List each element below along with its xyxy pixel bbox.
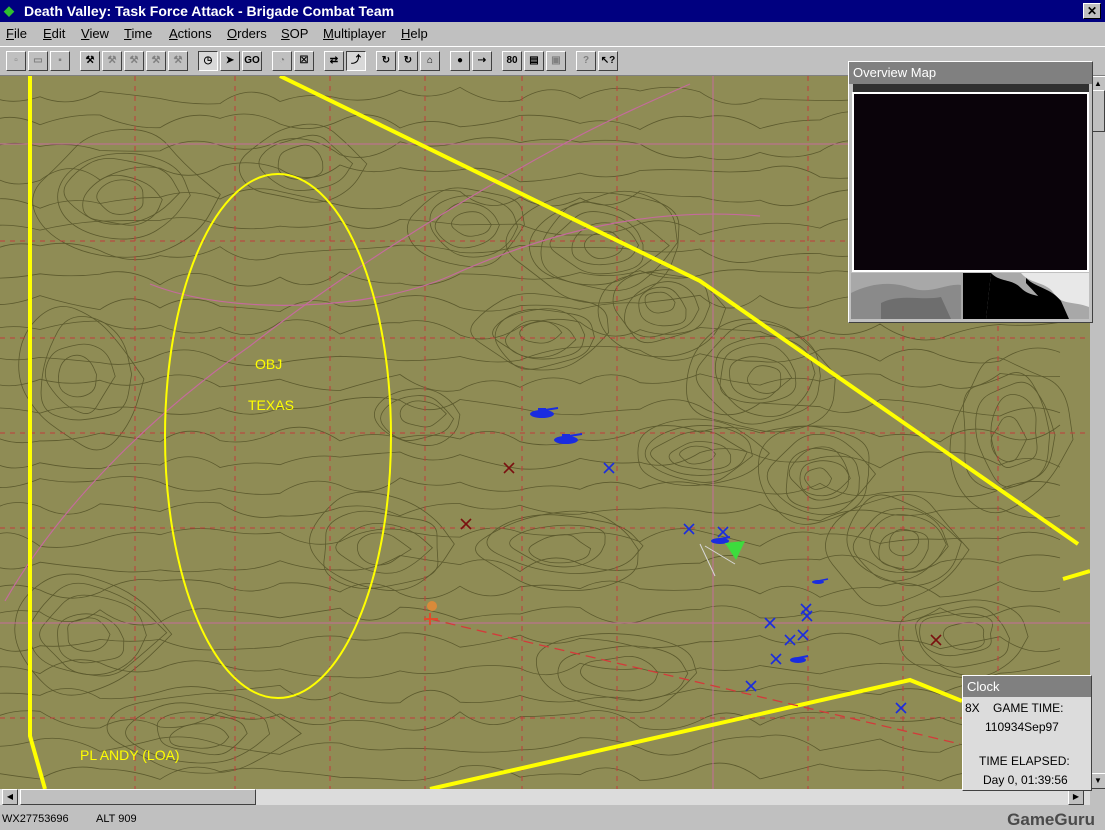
chart-icon[interactable]: ▤ [524,51,544,71]
menu-orders[interactable]: Orders [227,26,267,41]
new-icon[interactable]: ▫ [6,51,26,71]
overview-map-titlebar[interactable]: Overview Map [849,62,1092,84]
formation-icon[interactable]: ⇄ [324,51,344,71]
menu-file[interactable]: File [6,26,27,41]
horizontal-scroll-thumb[interactable] [20,789,256,805]
camera-icon[interactable]: ▣ [546,51,566,71]
tool-icon[interactable]: ⚒ [146,51,166,71]
horizontal-scrollbar[interactable]: ◀ ▶ [0,789,1090,805]
clock-panel[interactable]: Clock 8X GAME TIME: 110934Sep97 TIME ELA… [962,675,1092,791]
status-bar: WX27753696 ALT 909 GameGuru [0,810,1105,829]
tank-icon: ◆ [4,3,14,18]
clock-speed: 8X [965,701,980,715]
tool-icon[interactable]: ⚒ [102,51,122,71]
phase-line-label: PL ANDY (LOA) [80,747,180,763]
link-icon[interactable]: ⇢ [472,51,492,71]
time-elapsed-value: Day 0, 01:39:56 [983,773,1068,787]
grid-coordinate: WX27753696 [2,813,69,825]
menu-time[interactable]: Time [124,26,152,41]
menu-edit[interactable]: Edit [43,26,65,41]
menu-multiplayer[interactable]: Multiplayer [323,26,386,41]
cancel-icon[interactable]: ☒ [294,51,314,71]
save-icon[interactable]: ▪ [50,51,70,71]
overview-map-title: Overview Map [853,65,937,80]
speed-icon[interactable]: 80 [502,51,522,71]
waypoint-icon[interactable] [427,601,437,611]
help-icon[interactable]: ? [576,51,596,71]
menu-help[interactable]: Help [401,26,428,41]
menu-view[interactable]: View [81,26,109,41]
scroll-down-icon[interactable]: ▼ [1090,773,1105,789]
overview-terrain-strip [853,84,1089,92]
window-title: Death Valley: Task Force Attack - Brigad… [24,3,395,19]
objective-label-line1: OBJ [255,356,282,372]
arrow-icon[interactable]: ➤ [220,51,240,71]
loop-icon[interactable]: ↻ [376,51,396,71]
cover-icon[interactable]: ⌂ [420,51,440,71]
route-icon[interactable]: ⤴ [346,51,366,71]
overview-map-panel[interactable]: Overview Map [848,61,1093,323]
context-help-icon[interactable]: ↖? [598,51,618,71]
close-button[interactable]: ✕ [1083,3,1101,19]
overview-terrain [851,273,1089,319]
altitude-readout: ALT 909 [96,813,137,825]
scroll-right-icon[interactable]: ▶ [1068,789,1084,805]
timer-icon[interactable]: ◔ [272,51,292,71]
tool-icon[interactable]: ⚒ [80,51,100,71]
clock-titlebar[interactable]: Clock [963,676,1091,697]
overview-map-view[interactable] [852,92,1089,272]
menu-bar: File Edit View Time Actions Orders SOP M… [0,22,1105,44]
open-icon[interactable]: ▭ [28,51,48,71]
loop-icon[interactable]: ↻ [398,51,418,71]
time-elapsed-label: TIME ELAPSED: [979,754,1070,768]
tool-icon[interactable]: ⚒ [124,51,144,71]
objective-label-line2: TEXAS [248,397,294,413]
menu-sop[interactable]: SOP [281,26,308,41]
menu-actions[interactable]: Actions [169,26,212,41]
stop-icon[interactable]: ● [450,51,470,71]
watermark-logo: GameGuru [1007,810,1095,829]
go-icon[interactable]: GO [242,51,262,71]
scroll-left-icon[interactable]: ◀ [2,789,18,805]
title-bar: ◆ Death Valley: Task Force Attack - Brig… [0,0,1105,22]
clock-icon[interactable]: ◷ [198,51,218,71]
tool-icon[interactable]: ⚒ [168,51,188,71]
clock-title: Clock [967,679,1000,694]
game-time-label: GAME TIME: [993,701,1064,715]
game-time-value: 110934Sep97 [985,720,1059,734]
